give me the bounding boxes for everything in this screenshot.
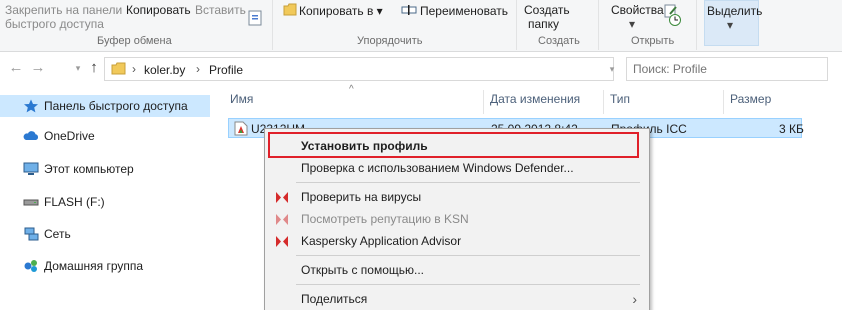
homegroup-icon [24, 260, 37, 272]
search-input[interactable] [633, 61, 823, 77]
address-dropdown-button[interactable]: ▾ [604, 60, 620, 78]
chevron-right-icon: › [132, 62, 136, 76]
up-button[interactable]: ↑ [86, 59, 102, 77]
kaspersky-icon [276, 214, 288, 225]
menu-separator [296, 255, 640, 256]
breadcrumb-profile[interactable]: Profile [209, 63, 243, 77]
properties-button[interactable]: Свойства [611, 3, 664, 17]
chevron-right-icon: › [196, 62, 200, 76]
ribbon: Закрепить на панели быстрого доступа Коп… [0, 0, 842, 52]
paste-shortcut-icon[interactable] [248, 10, 262, 26]
pin-label-line1: Закрепить на панели [5, 3, 123, 17]
select-dropdown-arrow: ▾ [727, 18, 734, 32]
copy-button[interactable]: Копировать [126, 3, 191, 17]
copy-to-button[interactable]: Копировать в ▾ [299, 4, 383, 18]
folder-icon [283, 3, 297, 16]
submenu-arrow-icon: › [632, 291, 637, 307]
column-header-name[interactable]: Имя [224, 90, 484, 114]
recent-locations-button[interactable]: ▾ [70, 59, 86, 77]
ribbon-separator [696, 0, 697, 50]
sidebar-item-label: Сеть [44, 227, 71, 241]
new-folder-label-line2: папку [528, 17, 560, 31]
ribbon-separator [272, 0, 273, 50]
star-icon [24, 99, 38, 113]
ribbon-separator [516, 0, 517, 50]
sidebar-item-label: OneDrive [44, 129, 95, 143]
sidebar-item-flash[interactable]: FLASH (F:) [0, 191, 210, 213]
menu-separator [296, 284, 640, 285]
menu-item-label: Проверить на вирусы [301, 190, 422, 204]
sidebar-item-label: FLASH (F:) [44, 195, 105, 209]
context-menu: Установить профиль Проверка с использова… [264, 128, 650, 310]
ribbon-separator [598, 0, 599, 50]
clipboard-group-label: Буфер обмена [97, 35, 172, 47]
icc-profile-file-icon [234, 121, 248, 136]
menu-separator [296, 182, 640, 183]
navigation-bar: ← → ▾ ↑ › koler.by › Profile ▾ [0, 53, 842, 84]
monitor-icon [23, 162, 39, 175]
sidebar-item-label: Домашняя группа [44, 259, 144, 273]
menu-item-label: Поделиться [301, 292, 368, 306]
menu-item-label: Проверка с использованием Windows Defend… [301, 161, 574, 175]
open-group-label: Открыть [631, 35, 675, 47]
history-icon[interactable] [668, 13, 682, 27]
menu-item-install-profile[interactable]: Установить профиль [267, 135, 647, 157]
sidebar-item-quick-access[interactable]: Панель быстрого доступа [0, 95, 210, 117]
kaspersky-icon [276, 192, 288, 203]
sidebar-item-onedrive[interactable]: OneDrive [0, 125, 210, 147]
new-group-label: Создать [538, 35, 580, 47]
menu-item-ksn-reputation[interactable]: Посмотреть репутацию в KSN [267, 208, 647, 230]
rename-button[interactable]: Переименовать [420, 4, 508, 18]
navigation-pane: Панель быстрого доступа OneDrive Этот ко… [0, 84, 215, 310]
network-icon [24, 227, 39, 241]
pin-label-line2: быстрого доступа [5, 17, 104, 31]
menu-item-share[interactable]: Поделиться › [267, 288, 647, 310]
folder-icon [111, 62, 126, 75]
menu-item-label: Посмотреть репутацию в KSN [301, 212, 469, 226]
menu-item-scan-viruses[interactable]: Проверить на вирусы [267, 186, 647, 208]
menu-item-kaspersky-advisor[interactable]: Kaspersky Application Advisor [267, 230, 647, 252]
search-box[interactable] [626, 57, 828, 81]
paste-button[interactable]: Вставить [195, 3, 246, 17]
cloud-icon [23, 131, 39, 140]
pin-to-quick-access-button[interactable]: Закрепить на панели [5, 3, 122, 17]
column-header-size[interactable]: Размер [724, 90, 804, 114]
menu-item-label: Установить профиль [301, 139, 428, 153]
file-size: 3 КБ [779, 122, 804, 136]
properties-dropdown-arrow[interactable]: ▾ [629, 17, 635, 31]
address-bar[interactable]: › koler.by › Profile [104, 57, 614, 81]
menu-item-open-with[interactable]: Открыть с помощью... [267, 259, 647, 281]
sidebar-item-label: Этот компьютер [44, 162, 134, 176]
select-button[interactable]: Выделить ▾ [704, 0, 763, 46]
back-button[interactable]: ← [8, 59, 24, 77]
sidebar-item-this-pc[interactable]: Этот компьютер [0, 158, 210, 180]
menu-item-defender-scan[interactable]: Проверка с использованием Windows Defend… [267, 157, 647, 179]
kaspersky-icon [276, 236, 288, 247]
forward-button[interactable]: → [30, 59, 46, 77]
select-label: Выделить [707, 4, 763, 18]
rename-icon [401, 5, 417, 15]
sidebar-item-homegroup[interactable]: Домашняя группа [0, 255, 210, 277]
sidebar-item-network[interactable]: Сеть [0, 223, 210, 245]
organize-group-label: Упорядочить [357, 35, 423, 47]
drive-icon [23, 199, 39, 206]
menu-item-label: Открыть с помощью... [301, 263, 425, 277]
new-folder-button[interactable]: Создать [524, 3, 570, 17]
sidebar-item-label: Панель быстрого доступа [44, 99, 188, 113]
copy-to-label: Копировать в [299, 4, 374, 18]
column-header-date[interactable]: Дата изменения [484, 90, 604, 114]
breadcrumb-koler[interactable]: koler.by [144, 63, 185, 77]
column-header-type[interactable]: Тип [604, 90, 724, 114]
menu-item-label: Kaspersky Application Advisor [301, 234, 462, 248]
